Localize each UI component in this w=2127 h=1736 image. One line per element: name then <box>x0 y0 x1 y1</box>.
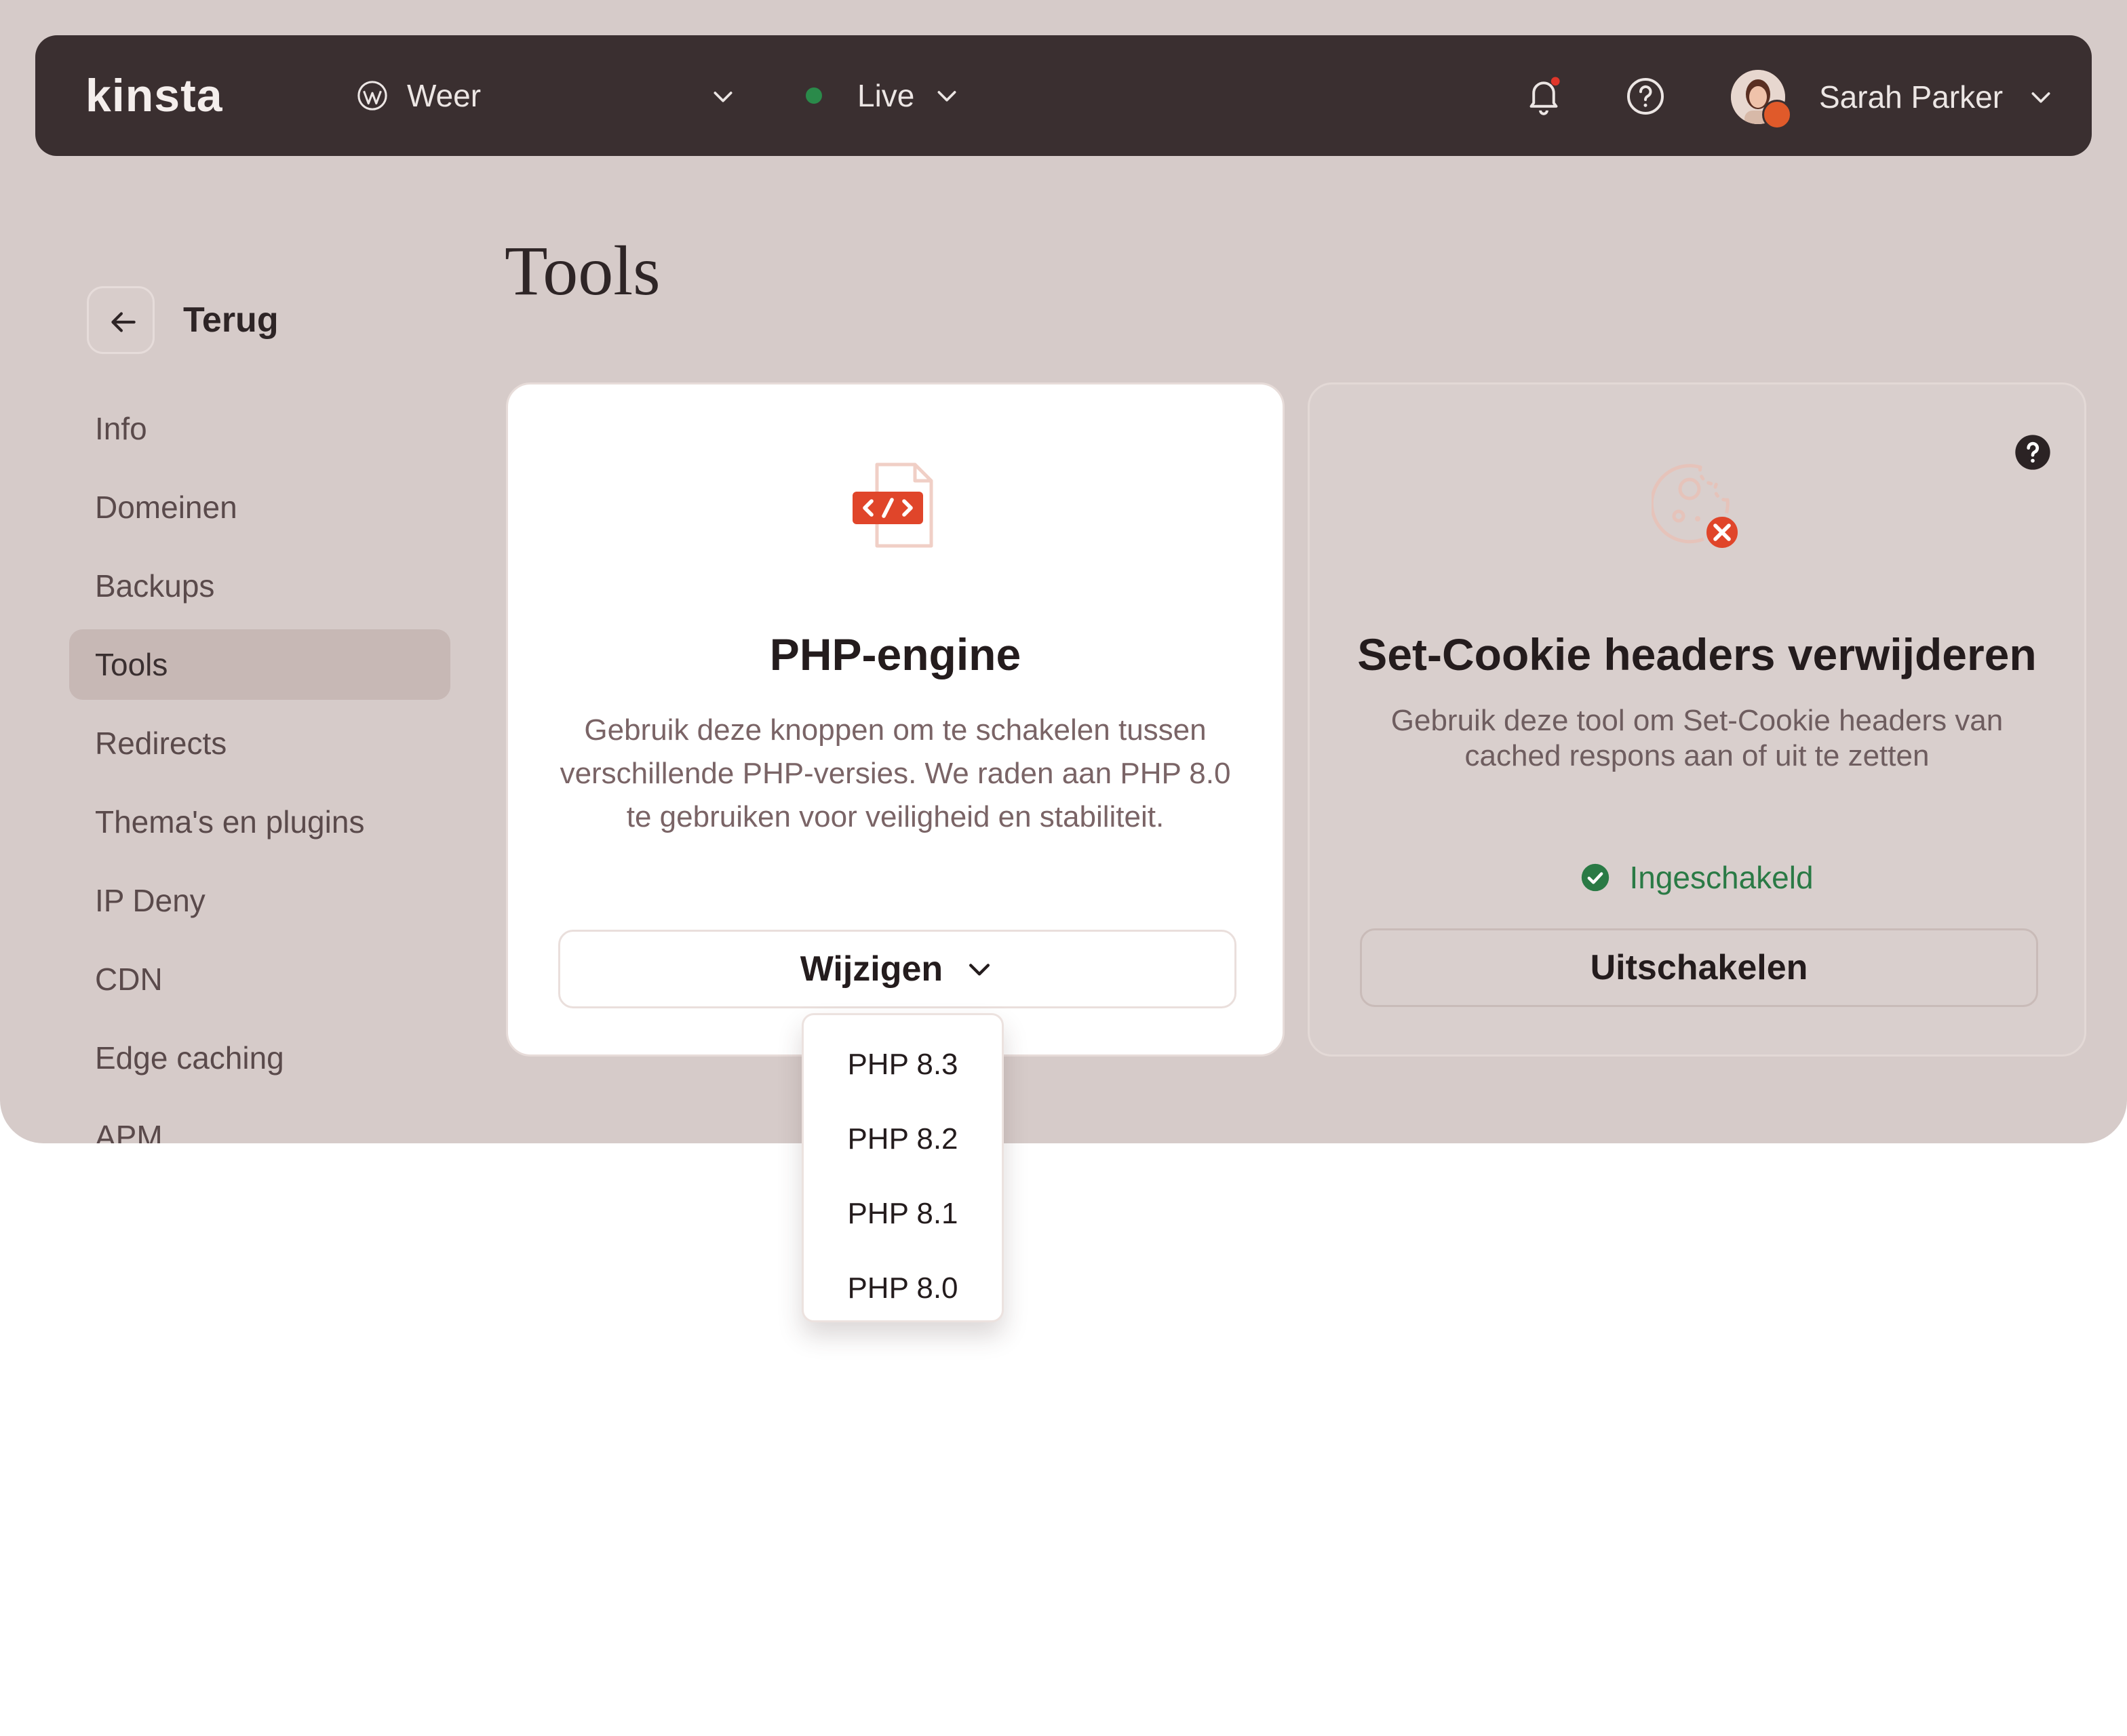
help-icon[interactable] <box>1625 76 1666 117</box>
status-indicator: Ingeschakeld <box>1310 859 2084 896</box>
sidebar-item-apm[interactable]: APM <box>69 1101 450 1143</box>
disable-button[interactable]: Uitschakelen <box>1360 928 2038 1007</box>
sidebar-item-backups[interactable]: Backups <box>69 551 450 621</box>
sidebar-item-tools[interactable]: Tools <box>69 629 450 700</box>
sidebar-item-ip-deny[interactable]: IP Deny <box>69 865 450 936</box>
back-button[interactable] <box>87 286 155 354</box>
chevron-down-icon <box>937 91 956 102</box>
app-window: kinsta Weer Live Sarah Parker Terug Info… <box>0 0 2127 1143</box>
php-engine-card: PHP-engine Gebruik deze knoppen om te sc… <box>506 382 1285 1057</box>
top-bar: kinsta Weer Live Sarah Parker <box>35 35 2092 156</box>
arrow-left-icon <box>111 312 136 332</box>
sidebar-item-redirects[interactable]: Redirects <box>69 708 450 778</box>
chevron-down-icon <box>969 964 990 976</box>
set-cookie-card: Set-Cookie headers verwijderen Gebruik d… <box>1308 382 2086 1057</box>
sidebar-item-domeinen[interactable]: Domeinen <box>69 472 450 542</box>
bell-icon[interactable] <box>1523 75 1564 118</box>
lightning-badge-icon <box>1762 100 1792 130</box>
page-title: Tools <box>505 232 661 310</box>
site-name: Weer <box>407 78 482 113</box>
site-selector[interactable]: Weer <box>357 72 737 119</box>
dropdown-option-php-8-0[interactable]: PHP 8.0 <box>804 1251 1002 1326</box>
set-cookie-description: Gebruik deze tool om Set-Cookie headers … <box>1390 704 2004 772</box>
back-label[interactable]: Terug <box>183 300 279 340</box>
status-text: Ingeschakeld <box>1629 860 1814 895</box>
php-version-dropdown: PHP 8.3 PHP 8.2 PHP 8.1 PHP 8.0 <box>802 1013 1004 1322</box>
sidebar-item-edge-caching[interactable]: Edge caching <box>69 1023 450 1093</box>
select-button-label: Wijzigen <box>800 949 943 989</box>
wordpress-icon <box>357 81 387 111</box>
php-version-select-button[interactable]: Wijzigen <box>558 930 1236 1008</box>
php-engine-title: PHP-engine <box>769 629 1021 679</box>
sidebar-item-info[interactable]: Info <box>69 393 450 464</box>
sidebar-item-cdn[interactable]: CDN <box>69 944 450 1014</box>
chevron-down-icon <box>2031 92 2050 103</box>
environment-status-dot <box>806 87 822 104</box>
dropdown-option-php-8-3[interactable]: PHP 8.3 <box>804 1027 1002 1102</box>
environment-label: Live <box>857 78 915 113</box>
php-engine-description: Gebruik deze knoppen om te schakelen tus… <box>560 713 1231 833</box>
kinsta-logo[interactable]: kinsta <box>85 69 223 122</box>
set-cookie-title: Set-Cookie headers verwijderen <box>1357 629 2037 679</box>
sidebar-item-themas-plugins[interactable]: Thema's en plugins <box>69 787 450 857</box>
help-circle-icon[interactable] <box>2014 433 2052 471</box>
avatar <box>1731 70 1792 130</box>
user-menu[interactable]: Sarah Parker <box>1731 66 2054 130</box>
dropdown-option-php-8-2[interactable]: PHP 8.2 <box>804 1102 1002 1177</box>
user-name: Sarah Parker <box>1819 79 2004 115</box>
cookie-icon <box>1652 464 1742 552</box>
chevron-down-icon <box>714 92 733 102</box>
sidebar-nav: Info Domeinen Backups Tools Redirects Th… <box>69 393 450 1143</box>
dropdown-option-php-8-1[interactable]: PHP 8.1 <box>804 1177 1002 1251</box>
check-circle-icon <box>1582 863 1609 892</box>
notification-dot <box>1550 77 1560 86</box>
code-file-icon <box>853 462 933 548</box>
environment-selector[interactable]: Live <box>806 72 960 119</box>
